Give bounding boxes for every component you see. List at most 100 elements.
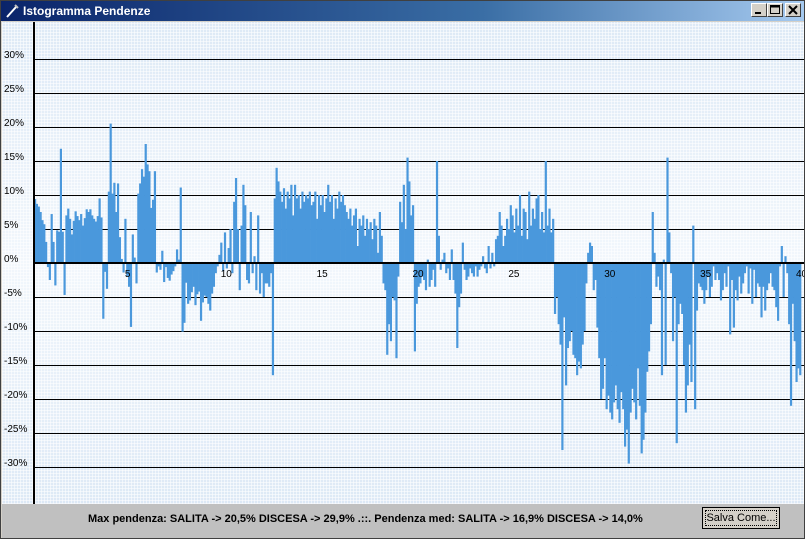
histogram-bar xyxy=(485,263,488,274)
histogram-bar xyxy=(649,263,652,325)
maximize-icon xyxy=(770,5,780,14)
histogram-bar xyxy=(380,235,383,263)
window-title: Istogramma Pendenze xyxy=(23,4,151,18)
y-tick-label: -5% xyxy=(4,288,22,299)
histogram-bar xyxy=(487,246,490,263)
histogram-bar xyxy=(249,212,252,263)
histogram-bar xyxy=(450,249,453,263)
maximize-button[interactable] xyxy=(767,3,783,17)
minimize-icon xyxy=(755,12,761,14)
x-tick-label: 10 xyxy=(221,269,233,280)
x-tick-label: 5 xyxy=(125,269,131,280)
bars xyxy=(34,123,802,464)
histogram-bar xyxy=(52,241,55,263)
y-tick-label: -20% xyxy=(4,390,27,401)
histogram-bar xyxy=(61,231,64,263)
histogram-bar xyxy=(459,263,463,294)
histogram-bar xyxy=(437,235,440,263)
histogram-bar xyxy=(664,263,667,365)
y-tick-labels: 30% 25% 20% 15% 10% 5% 0% -5% -10% -15% -20% -25% -3… xyxy=(4,50,27,469)
title-bar[interactable]: Istogramma Pendenze xyxy=(1,1,804,21)
histogram-bar xyxy=(223,232,227,263)
slope-stats-text: Max pendenza: SALITA -> 20,5% DISCESA ->… xyxy=(88,513,643,525)
histogram-bar xyxy=(124,218,127,263)
histogram-bar xyxy=(653,252,656,263)
status-bar: Max pendenza: SALITA -> 20,5% DISCESA ->… xyxy=(2,504,804,538)
histogram-bar xyxy=(590,246,593,263)
histogram-bar xyxy=(105,263,109,289)
histogram-bar xyxy=(135,263,138,284)
histogram-bar xyxy=(255,263,258,291)
y-tick-label: -30% xyxy=(4,458,27,469)
histogram-bar xyxy=(161,250,164,263)
histogram-bar xyxy=(782,263,785,297)
x-tick-label: 35 xyxy=(700,269,712,280)
histogram-bar xyxy=(660,263,664,376)
x-tick-label: 25 xyxy=(508,269,520,280)
histogram-bar xyxy=(690,263,693,382)
minimize-button[interactable] xyxy=(751,3,767,17)
x-tick-label: 20 xyxy=(413,269,425,280)
histogram-bar xyxy=(236,229,239,263)
histogram-bar xyxy=(397,263,400,277)
save-as-button[interactable]: Salva Come... xyxy=(702,507,780,529)
x-tick-label: 15 xyxy=(317,269,329,280)
histogram-bar xyxy=(100,217,103,263)
histogram-bar xyxy=(411,205,415,263)
histogram-bar xyxy=(692,225,695,263)
y-tick-label: -15% xyxy=(4,356,27,367)
histogram-bar xyxy=(780,246,783,263)
histogram-bar xyxy=(777,263,780,321)
histogram-bar xyxy=(247,263,251,284)
histogram-bar xyxy=(257,215,260,263)
histogram-bar xyxy=(491,252,494,263)
y-tick-label: 20% xyxy=(4,118,24,129)
y-tick-label: 10% xyxy=(4,186,24,197)
tool-icon xyxy=(4,3,20,19)
histogram-bar xyxy=(48,263,51,280)
histogram-bar xyxy=(229,229,232,263)
histogram-bar xyxy=(271,263,275,376)
histogram-bar xyxy=(439,263,442,270)
histogram-window: Istogramma Pendenze 30% 25% 20% 15% 10% 5% 0% -… xyxy=(0,0,805,539)
histogram-bar xyxy=(434,263,437,287)
y-tick-label: 5% xyxy=(4,220,19,231)
histogram-bar xyxy=(253,256,256,263)
histogram-bar xyxy=(159,263,162,270)
y-tick-label: 0% xyxy=(4,254,19,265)
histogram-bar xyxy=(244,205,247,263)
histogram-bar xyxy=(448,263,452,280)
y-tick-label: -10% xyxy=(4,322,27,333)
histogram-bar xyxy=(153,171,157,263)
y-tick-label: 30% xyxy=(4,50,24,61)
x-tick-label: 40 xyxy=(796,269,804,280)
histogram-bar xyxy=(725,263,728,287)
save-as-label: Salva Come... xyxy=(705,510,777,526)
histogram-bar xyxy=(179,187,182,263)
close-icon xyxy=(788,5,798,15)
histogram-bar xyxy=(395,263,398,359)
close-button[interactable] xyxy=(785,3,801,17)
histogram-plot: 30% 25% 20% 15% 10% 5% 0% -5% -10% -15% -20% -25% -3… xyxy=(2,22,804,504)
histogram-bar xyxy=(461,242,464,263)
axes xyxy=(33,22,804,504)
histogram-bar xyxy=(251,263,254,274)
histogram-bar xyxy=(220,242,223,263)
histogram-bar xyxy=(45,241,48,263)
x-tick-labels: 5 10 15 20 25 30 35 40 xyxy=(125,269,804,280)
histogram-bar xyxy=(238,263,241,291)
histogram-bar xyxy=(585,263,588,284)
histogram-bar xyxy=(784,256,787,263)
y-tick-label: -25% xyxy=(4,424,27,435)
histogram-bar xyxy=(668,232,671,263)
y-tick-label: 25% xyxy=(4,84,24,95)
histogram-bar xyxy=(424,263,428,291)
histogram-bar xyxy=(63,263,66,295)
histogram-bar xyxy=(443,252,446,263)
x-tick-label: 30 xyxy=(604,269,616,280)
histogram-bar xyxy=(552,218,555,263)
y-tick-label: 15% xyxy=(4,152,24,163)
histogram-bar xyxy=(54,263,57,286)
slope-histogram: 30% 25% 20% 15% 10% 5% 0% -5% -10% -15% -20% -25% -3… xyxy=(4,22,804,504)
histogram-bar xyxy=(482,256,485,263)
